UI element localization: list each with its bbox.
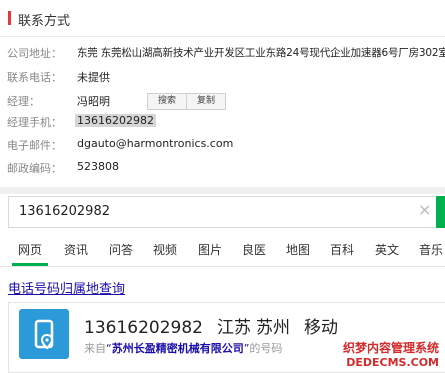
field-postcode: 邮政编码： 523808 (0, 157, 445, 177)
field-email: 电子邮件： dgauto@harmontronics.com (0, 134, 445, 154)
field-label: 经理手机： (7, 116, 62, 129)
field-manager-mobile: 经理手机： 13616202982 (0, 111, 445, 131)
contact-header: 联系方式 (0, 0, 445, 37)
result-phone: 13616202982 (84, 318, 203, 338)
field-value: 冯昭明 (77, 95, 110, 108)
tab-map[interactable]: 地图 (286, 241, 310, 258)
contact-card: 联系方式 公司地址： 东莞 东莞松山湖高新技术产业开发区工业东路24号现代企业加… (0, 0, 445, 187)
result-summary: 13616202982 江苏 苏州 移动 (84, 313, 352, 338)
search-box: × (8, 196, 435, 228)
tab-qa[interactable]: 问答 (109, 241, 133, 258)
field-label: 公司地址： (7, 47, 62, 60)
copy-button[interactable]: 复制 (186, 93, 226, 110)
tab-images[interactable]: 图片 (198, 241, 222, 258)
tab-web[interactable]: 网页 (18, 241, 42, 258)
divider (0, 187, 445, 194)
watermark-line2: DEDECMS.COM (346, 356, 439, 369)
field-label: 经理： (7, 95, 40, 108)
field-address: 公司地址： 东莞 东莞松山湖高新技术产业开发区工业东路24号现代企业加速器6号厂… (0, 42, 445, 62)
watermark-line1: 织梦内容管理系统 (342, 341, 439, 355)
clear-icon[interactable]: × (418, 200, 431, 220)
tab-news[interactable]: 资讯 (64, 241, 88, 258)
source-suffix: 的号码 (249, 342, 283, 355)
watermark: 织梦内容管理系统 DEDECMS.COM (343, 339, 439, 369)
tab-baike[interactable]: 百科 (330, 241, 354, 258)
result-carrier: 移动 (303, 318, 338, 338)
field-label: 联系电话： (7, 71, 62, 84)
search-input[interactable] (19, 201, 399, 221)
source-company[interactable]: 苏州长盈精密机械有限公司 (112, 342, 244, 355)
result-title-link[interactable]: 电话号码归属地查询 (8, 278, 125, 297)
field-phone: 联系电话： 未提供 (0, 66, 445, 86)
field-value-selected[interactable]: 13616202982 (75, 114, 156, 127)
section-title: 联系方式 (18, 14, 71, 29)
search-submit-button[interactable] (436, 196, 445, 228)
result-city: 苏州 (255, 318, 290, 338)
field-value: 东莞 东莞松山湖高新技术产业开发区工业东路24号现代企业加速器6号厂房302室 (77, 47, 445, 59)
field-label: 电子邮件： (7, 139, 62, 152)
source-prefix: 来自 (84, 342, 106, 355)
tab-english[interactable]: 英文 (375, 241, 399, 258)
field-value: dgauto@harmontronics.com (77, 137, 234, 150)
field-label: 邮政编码： (7, 162, 62, 175)
tab-music[interactable]: 音乐 (419, 241, 443, 258)
field-value: 未提供 (77, 71, 110, 84)
tab-doctor[interactable]: 良医 (242, 241, 266, 258)
phone-location-icon (19, 309, 69, 359)
section-marker (8, 11, 11, 25)
result-province: 江苏 (216, 318, 251, 338)
active-tab-indicator (12, 263, 48, 266)
tab-video[interactable]: 视频 (153, 241, 177, 258)
field-value: 523808 (77, 160, 119, 173)
result-source: 来自“苏州长盈精密机械有限公司”的号码 (84, 340, 282, 356)
search-button[interactable]: 搜索 (147, 93, 187, 110)
search-tabs: 网页 资讯 问答 视频 图片 良医 地图 百科 英文 音乐 (0, 236, 445, 267)
